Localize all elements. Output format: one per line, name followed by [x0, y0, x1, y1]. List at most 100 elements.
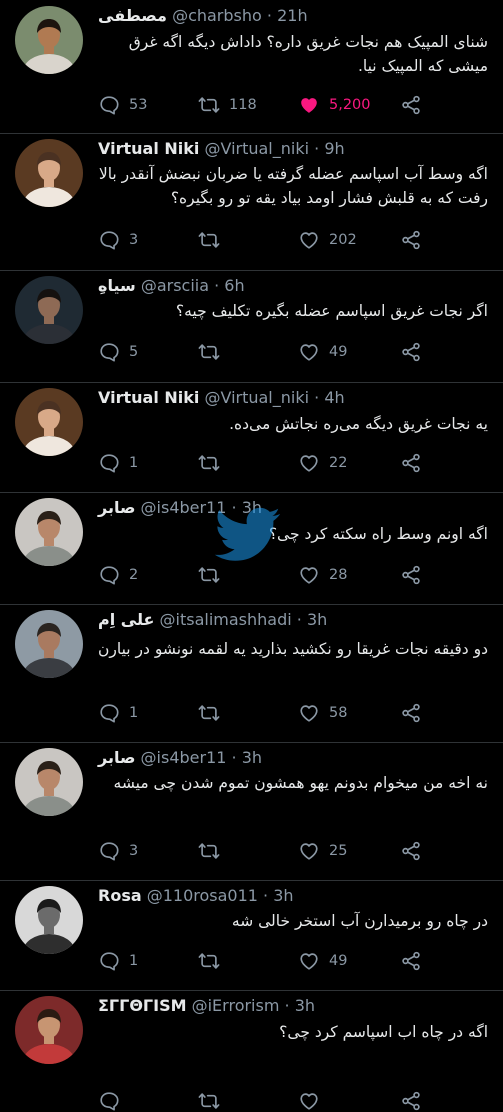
user-handle[interactable]: @charbsho	[172, 6, 262, 25]
share-button[interactable]	[400, 94, 422, 116]
tweet-time[interactable]: 4h	[324, 388, 344, 407]
retweet-icon	[198, 564, 220, 586]
retweet-button[interactable]	[198, 702, 229, 724]
user-handle[interactable]: @arsciia	[141, 276, 209, 295]
tweet-text: اگه اونم وسط راه سکته کرد چی؟	[268, 525, 488, 543]
display-name[interactable]: Virtual Niki	[98, 139, 199, 158]
avatar[interactable]	[15, 886, 83, 954]
reply-button[interactable]: 3	[98, 229, 138, 251]
avatar[interactable]	[15, 498, 83, 566]
share-button[interactable]	[400, 452, 422, 474]
tweet-time[interactable]: 6h	[224, 276, 244, 295]
tweet-time[interactable]: 9h	[324, 139, 344, 158]
like-button[interactable]	[298, 1090, 329, 1112]
like-count: 25	[329, 843, 348, 859]
display-name[interactable]: Virtual Niki	[98, 388, 199, 407]
user-handle[interactable]: @iErrorism	[192, 996, 280, 1015]
reply-button[interactable]: 1	[98, 452, 138, 474]
tweet[interactable]: Rosa @110rosa011 · 3h در چاه رو برمیدارن …	[0, 880, 503, 991]
like-button[interactable]: 49	[298, 950, 347, 972]
avatar[interactable]	[15, 276, 83, 344]
share-icon	[400, 950, 422, 972]
like-icon	[298, 94, 320, 116]
display-name[interactable]: سیاهِ	[98, 276, 136, 295]
reply-button[interactable]: 5	[98, 341, 138, 363]
share-icon	[400, 840, 422, 862]
retweet-button[interactable]	[198, 950, 229, 972]
reply-button[interactable]: 2	[98, 564, 138, 586]
display-name[interactable]: صابر	[98, 748, 135, 767]
retweet-button[interactable]	[198, 840, 229, 862]
avatar[interactable]	[15, 996, 83, 1064]
user-handle[interactable]: @Virtual_niki	[204, 139, 309, 158]
retweet-icon	[198, 1090, 220, 1112]
avatar[interactable]	[15, 388, 83, 456]
tweet[interactable]: صابر @is4ber11 · 3h اگه اونم وسط راه سکته…	[0, 492, 503, 605]
reply-button[interactable]: 1	[98, 950, 138, 972]
tweet[interactable]: مصطفى @charbsho · 21h شنای المپیک هم نجات…	[0, 0, 503, 134]
like-count: 49	[329, 344, 348, 360]
like-button[interactable]: 22	[298, 452, 347, 474]
avatar[interactable]	[15, 6, 83, 74]
reply-button[interactable]: 3	[98, 840, 138, 862]
user-handle[interactable]: @is4ber11	[141, 498, 227, 517]
user-handle[interactable]: @Virtual_niki	[204, 388, 309, 407]
like-button[interactable]: 49	[298, 341, 347, 363]
retweet-button[interactable]: 118	[198, 94, 257, 116]
like-button[interactable]: 28	[298, 564, 347, 586]
like-button[interactable]: 58	[298, 702, 347, 724]
like-button[interactable]: 25	[298, 840, 347, 862]
avatar[interactable]	[15, 139, 83, 207]
tweet[interactable]: ΣΓΓΘΓISM @iErrorism · 3h اگه در چاه اب اس…	[0, 990, 503, 1066]
display-name[interactable]: صابر	[98, 498, 135, 517]
retweet-button[interactable]	[198, 229, 229, 251]
like-button[interactable]: 5,200	[298, 94, 371, 116]
share-button[interactable]	[400, 950, 422, 972]
user-handle[interactable]: @is4ber11	[141, 748, 227, 767]
retweet-button[interactable]	[198, 564, 229, 586]
tweet-text: نه اخه من میخوام بدونم یهو همشون تموم شد…	[113, 774, 488, 792]
tweet-header: ΣΓΓΘΓISM @iErrorism · 3h	[98, 996, 315, 1016]
retweet-button[interactable]	[198, 341, 229, 363]
like-button[interactable]: 202	[298, 229, 357, 251]
tweet-time[interactable]: 3h	[307, 610, 327, 629]
tweet[interactable]: صابر @is4ber11 · 3h نه اخه من میخوام بدون…	[0, 742, 503, 881]
reply-icon	[98, 840, 120, 862]
reply-button[interactable]: 53	[98, 94, 147, 116]
reply-count: 3	[129, 232, 139, 248]
like-icon	[298, 950, 320, 972]
share-button[interactable]	[400, 564, 422, 586]
separator-dot: ·	[261, 6, 278, 25]
retweet-button[interactable]	[198, 452, 229, 474]
display-name[interactable]: ΣΓΓΘΓISM	[98, 996, 187, 1015]
retweet-count: 118	[229, 97, 257, 113]
share-button[interactable]	[400, 229, 422, 251]
avatar[interactable]	[15, 610, 83, 678]
tweet-time[interactable]: 3h	[242, 748, 262, 767]
share-button[interactable]	[400, 1090, 422, 1112]
share-button[interactable]	[400, 840, 422, 862]
reply-button[interactable]: 1	[98, 702, 138, 724]
like-count: 28	[329, 567, 348, 583]
tweet-time[interactable]: 3h	[295, 996, 315, 1015]
tweet-actions: 53 118 5,200	[98, 94, 438, 116]
tweet-time[interactable]: 3h	[273, 886, 293, 905]
tweet-time[interactable]: 21h	[277, 6, 308, 25]
tweet[interactable]: Virtual Niki @Virtual_niki · 9h اگه وسط آ…	[0, 133, 503, 271]
share-button[interactable]	[400, 341, 422, 363]
tweet-header: Virtual Niki @Virtual_niki · 4h	[98, 388, 345, 408]
retweet-button[interactable]	[198, 1090, 229, 1112]
avatar[interactable]	[15, 748, 83, 816]
tweet-time[interactable]: 3h	[242, 498, 262, 517]
like-icon	[298, 564, 320, 586]
reply-button[interactable]	[98, 1090, 129, 1112]
tweet[interactable]: علی اِم @itsalimashhadi · 3h دو دقیقه نجا…	[0, 604, 503, 743]
user-handle[interactable]: @itsalimashhadi	[160, 610, 292, 629]
user-handle[interactable]: @110rosa011	[147, 886, 258, 905]
display-name[interactable]: علی اِم	[98, 610, 154, 629]
display-name[interactable]: مصطفى	[98, 6, 167, 25]
tweet[interactable]: سیاهِ @arsciia · 6h اگر نجات غریق اسپاسم …	[0, 270, 503, 383]
share-button[interactable]	[400, 702, 422, 724]
tweet[interactable]: Virtual Niki @Virtual_niki · 4h یه نجات غ…	[0, 382, 503, 493]
display-name[interactable]: Rosa	[98, 886, 142, 905]
